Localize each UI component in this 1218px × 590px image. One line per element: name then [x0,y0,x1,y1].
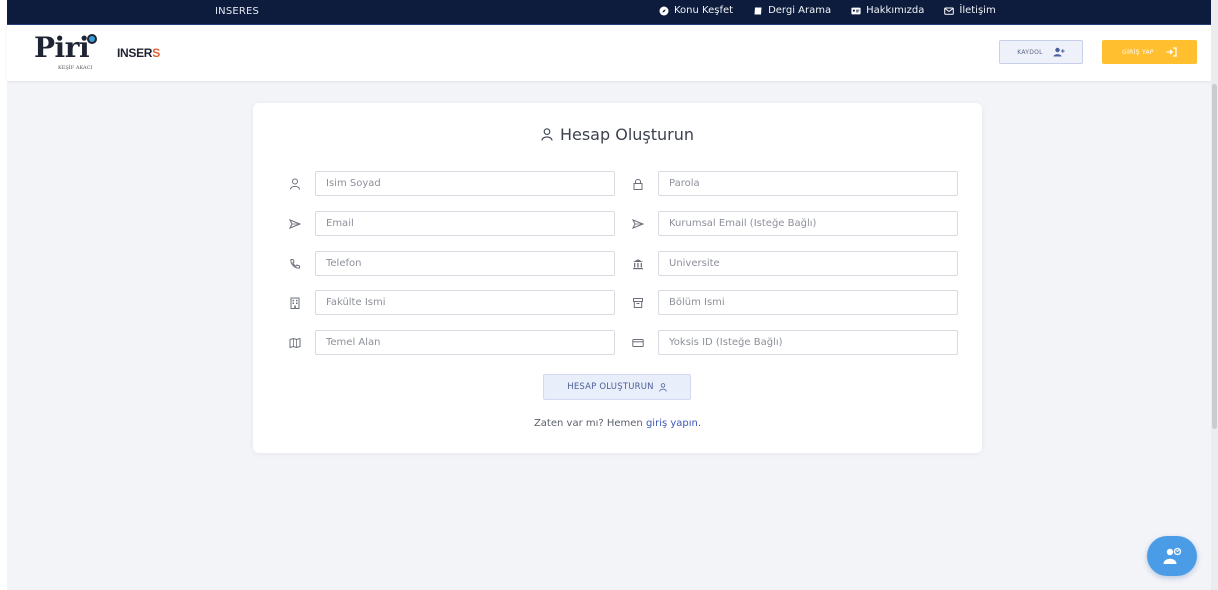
phone-input[interactable] [315,251,615,276]
user-plus-icon [1053,47,1065,57]
bank-icon [633,258,643,269]
email-input[interactable] [315,211,615,236]
sign-in-icon [1166,47,1177,57]
piri-logo[interactable]: Piri [34,31,90,64]
field-isim-soyad [284,171,615,196]
support-agent-icon [1163,547,1182,564]
field-bolum [627,290,958,315]
send-icon [289,218,301,229]
piri-logo-dot-icon [87,34,97,44]
archive-icon [633,297,643,308]
university-input[interactable] [658,251,958,276]
signup-button[interactable]: KAYDOL [999,40,1083,64]
phone-icon [290,258,300,269]
inseres-logo-s: S [152,46,160,60]
site-header: Piri KEŞİF AKACI INSERS KAYDOL GİRİŞ YAP [7,25,1211,81]
yoksis-id-input[interactable] [658,330,958,355]
topbar-brand[interactable]: INSERES [215,6,259,17]
id-card-icon [851,7,861,14]
compass-icon [659,6,669,15]
piri-logo-subtitle: KEŞİF AKACI [58,65,93,71]
login-button[interactable]: GİRİŞ YAP [1102,40,1197,64]
inseres-logo-text: INSER [117,46,153,60]
map-icon [289,337,301,348]
field-kurumsal-email [627,211,958,236]
login-prompt-text: Zaten var mı? Hemen [533,418,646,429]
faculty-input[interactable] [315,290,615,315]
login-link[interactable]: giriş yapın. [646,418,701,429]
nav-label: Dergi Arama [768,5,832,16]
create-account-button[interactable]: HESAP OLUŞTURUN [543,374,691,400]
field-of-study-input[interactable] [315,330,615,355]
login-label: GİRİŞ YAP [1122,48,1154,56]
support-fab-button[interactable] [1147,536,1197,576]
register-card: Hesap Oluşturun İsim Soyad Email Kurumsa… [253,103,982,453]
journal-icon [754,7,762,14]
field-telefon [284,251,615,276]
field-yoksis [627,330,958,355]
nav-label: İletişim [959,5,996,16]
field-universite [627,251,958,276]
top-nav: Konu Keşfet Dergi Arama Hakkımızda İleti… [659,5,996,16]
nav-konu-kesfet[interactable]: Konu Keşfet [659,5,733,16]
card-icon [632,338,644,347]
department-input[interactable] [658,290,958,315]
name-input[interactable] [315,171,615,196]
envelope-icon [944,7,955,15]
page-title: Hesap Oluşturun [559,125,695,144]
field-temel-alan [284,330,615,355]
user-icon [659,382,667,392]
send-icon [632,218,644,229]
user-icon [541,128,553,141]
page-left-edge [0,0,7,590]
nav-dergi-arama[interactable]: Dergi Arama [753,5,831,16]
scrollbar-thumb[interactable] [1212,84,1217,429]
login-prompt: Zaten var mı? Hemen giriş yapın. [253,418,982,429]
password-input[interactable] [658,171,958,196]
nav-label: Hakkımızda [866,5,925,16]
user-icon [290,178,300,190]
lock-icon [633,178,643,190]
nav-hakkimizda[interactable]: Hakkımızda [851,5,924,16]
page-scrollbar[interactable] [1211,0,1218,590]
field-parola [627,171,958,196]
nav-label: Konu Keşfet [674,5,734,16]
nav-iletisim[interactable]: İletişim [944,5,996,16]
field-email [284,211,615,236]
building-icon [290,297,300,309]
create-account-label: HESAP OLUŞTURUN [567,382,654,392]
signup-label: KAYDOL [1017,48,1043,56]
inseres-logo[interactable]: INSERS [117,46,160,60]
field-fakulte [284,290,615,315]
card-title: Hesap Oluşturun [253,125,982,144]
top-bar: INSERES Konu Keşfet Dergi Arama Hakkımız… [7,0,1211,25]
corporate-email-input[interactable] [658,211,958,236]
